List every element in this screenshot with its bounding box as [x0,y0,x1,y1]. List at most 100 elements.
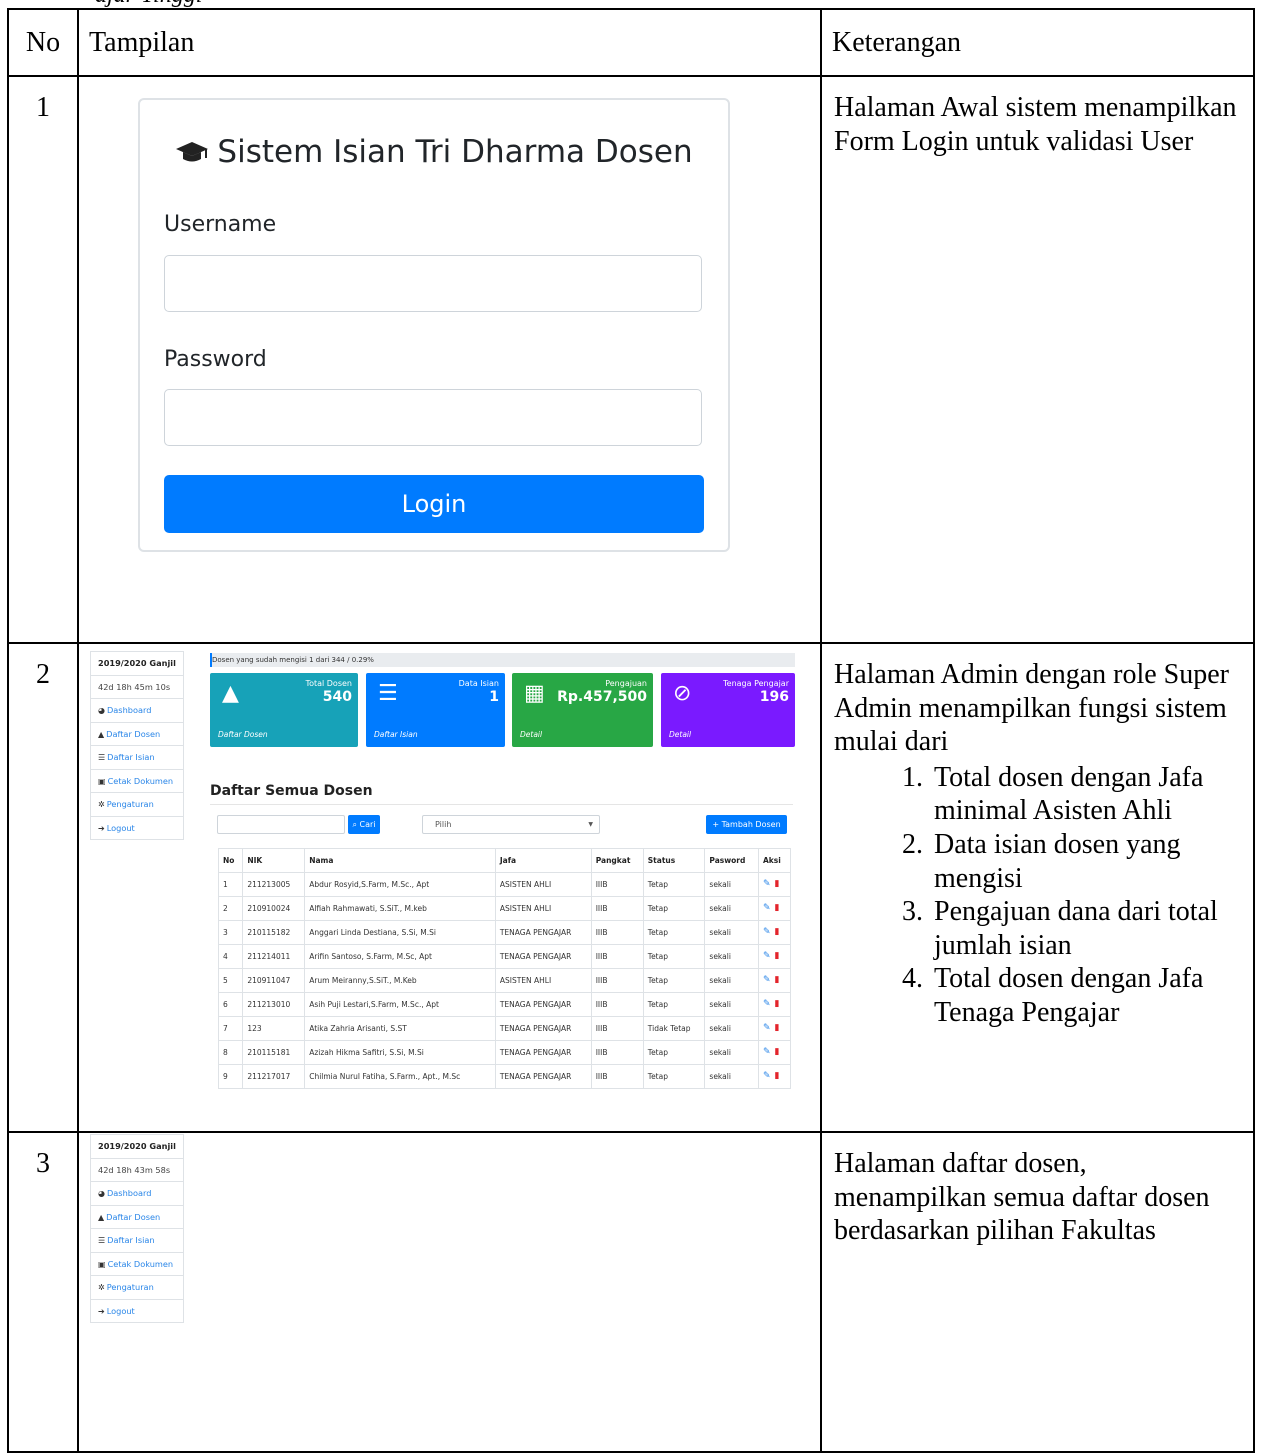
table-cell: 210911047 [242,968,306,993]
table-row: 7 123 Atika Zahria Arisanti, S.ST TENAGA PE… [217,1016,792,1041]
password-input[interactable] [164,389,702,446]
dashboard-icon: ◕ [98,1189,105,1198]
table-cell: sekali [704,1064,759,1089]
table-row: 1 211213005 Abdur Rosyid,S.Farm, M.Sc., Ap… [217,872,792,897]
aksi-cell: ✎ ▮ [757,1016,792,1041]
trash-icon[interactable]: ▮ [775,1071,780,1081]
edit-icon[interactable]: ✎ [763,951,771,961]
sidebar-item-daftar-dosen[interactable]: ▲ Daftar Dosen [91,1204,183,1229]
table-cell: 210910024 [242,896,306,921]
column-header: Pasword [704,848,759,873]
edit-icon[interactable]: ✎ [763,975,771,985]
table-cell: TENAGA PENGAJAR [494,1016,592,1041]
add-dosen-button[interactable]: + Tambah Dosen [706,815,787,834]
table-cell: TENAGA PENGAJAR [494,992,592,1017]
table-cell: 2 [217,896,244,921]
table-row: 2 210910024 Alfiah Rahmawati, S.SiT., M.ke… [217,896,792,921]
table-cell: Asih Puji Lestari,S.Farm, M.Sc., Apt [304,992,496,1017]
graduation-cap-icon: ▲ [98,1212,105,1222]
sidebar-item-cetak-dokumen[interactable]: ▣ Cetak Dokumen [91,768,183,793]
table-cell: Abdur Rosyid,S.Farm, M.Sc., Apt [304,872,496,897]
page-header-fragment: ajar Tinggi [95,0,295,8]
table-cell: IIIB [590,1064,644,1089]
logout-icon: ➔ [98,1306,105,1316]
list-item: Total dosen dengan Jafa minimal Asisten … [930,761,1243,828]
edit-icon[interactable]: ✎ [763,1071,771,1081]
print-icon: ▣ [98,776,106,786]
table-cell: 7 [217,1016,244,1041]
fakultas-select[interactable]: Pilih ▼ [422,815,600,834]
table-cell: Tetap [642,944,706,969]
table-cell: sekali [704,896,759,921]
edit-icon[interactable]: ✎ [763,903,771,913]
table-cell: 211213010 [242,992,306,1017]
table-cell: sekali [704,872,759,897]
table-cell: sekali [704,920,759,945]
edit-icon[interactable]: ✎ [763,1047,771,1057]
dosen-table: No NIK Nama Jafa Pangkat Status Pasword Aksi 12… [217,848,792,1089]
row-3: 3 Halaman daftar dosen, menampilkan semu… [7,1131,1255,1453]
search-button[interactable]: ⌕ Cari [348,815,380,834]
list-icon: ☰ [378,681,398,706]
trash-icon[interactable]: ▮ [775,903,780,913]
trash-icon[interactable]: ▮ [775,927,780,937]
table-cell: TENAGA PENGAJAR [494,920,592,945]
daftar-sidebar: 2019/2020 Ganjil 42d 18h 43m 58s ◕ Dashbo… [90,1134,184,1323]
table-row: 3 210115182 Anggari Linda Destiana, S.Si, … [217,920,792,945]
password-label: Password [164,347,267,372]
sidebar-item-pengaturan[interactable]: ✲ Pengaturan [91,792,183,816]
trash-icon[interactable]: ▮ [775,951,780,961]
column-header: Aksi [757,848,792,873]
sidebar-item-pengaturan[interactable]: ✲ Pengaturan [91,1275,183,1299]
edit-icon[interactable]: ✎ [763,879,771,889]
ban-icon: ⊘ [673,681,692,706]
aksi-cell: ✎ ▮ [757,968,792,993]
sidebar-item-daftar-isian[interactable]: ☰ Daftar Isian [91,1228,183,1252]
trash-icon[interactable]: ▮ [775,1023,780,1033]
table-cell: Azizah Hikma Safitri, S.Si, M.Si [304,1040,496,1065]
card-total-dosen[interactable]: ▲ Total Dosen 540 Daftar Dosen [210,673,358,747]
aksi-cell: ✎ ▮ [757,992,792,1017]
sidebar-item-logout[interactable]: ➔ Logout [91,815,183,840]
edit-icon[interactable]: ✎ [763,999,771,1009]
graduation-cap-icon: ▲ [98,729,105,739]
search-input[interactable] [217,815,345,834]
sidebar-item-cetak-dokumen[interactable]: ▣ Cetak Dokumen [91,1251,183,1276]
page-title: Daftar Semua Dosen [210,783,373,799]
header-keterangan: Keterangan [820,8,1255,77]
edit-icon[interactable]: ✎ [763,1023,771,1033]
sidebar-item-dashboard[interactable]: ◕ Dashboard [91,698,183,722]
divider [210,804,793,805]
graduate-icon: ▲ [222,681,239,706]
username-input[interactable] [164,255,702,312]
admin-sidebar: 2019/2020 Ganjil 42d 18h 45m 10s ◕ Dashbo… [90,651,184,840]
table-cell: 9 [217,1064,244,1089]
table-cell: 5 [217,968,244,993]
table-cell: Tetap [642,920,706,945]
table-cell: Tetap [642,1040,706,1065]
list-item: Total dosen dengan Jafa Tenaga Pengajar [930,962,1243,1029]
trash-icon[interactable]: ▮ [775,879,780,889]
trash-icon[interactable]: ▮ [775,999,780,1009]
edit-icon[interactable]: ✎ [763,927,771,937]
table-row: 8 210115181 Azizah Hikma Safitri, S.Si, M.… [217,1040,792,1065]
sidebar-item-logout[interactable]: ➔ Logout [91,1298,183,1323]
trash-icon[interactable]: ▮ [775,1047,780,1057]
sidebar-item-daftar-isian[interactable]: ☰ Daftar Isian [91,745,183,769]
table-cell: Anggari Linda Destiana, S.Si, M.Si [304,920,496,945]
trash-icon[interactable]: ▮ [775,975,780,985]
card-pengajuan[interactable]: ▦ Pengajuan Rp.457,500 Detail [512,673,653,747]
table-cell: 123 [242,1016,306,1041]
countdown: 42d 18h 45m 10s [91,674,183,699]
card-tenaga-pengajar[interactable]: ⊘ Tenaga Pengajar 196 Detail [661,673,795,747]
graduation-cap-icon [175,136,209,172]
header-no: No [7,8,79,77]
table-cell: 3 [217,920,244,945]
aksi-cell: ✎ ▮ [757,920,792,945]
login-button[interactable]: Login [164,475,704,533]
header-row: No Tampilan Keterangan [7,8,1255,77]
sidebar-item-dashboard[interactable]: ◕ Dashboard [91,1181,183,1205]
table-cell: sekali [704,992,759,1017]
sidebar-item-daftar-dosen[interactable]: ▲ Daftar Dosen [91,721,183,746]
card-data-isian[interactable]: ☰ Data Isian 1 Daftar Isian [366,673,505,747]
